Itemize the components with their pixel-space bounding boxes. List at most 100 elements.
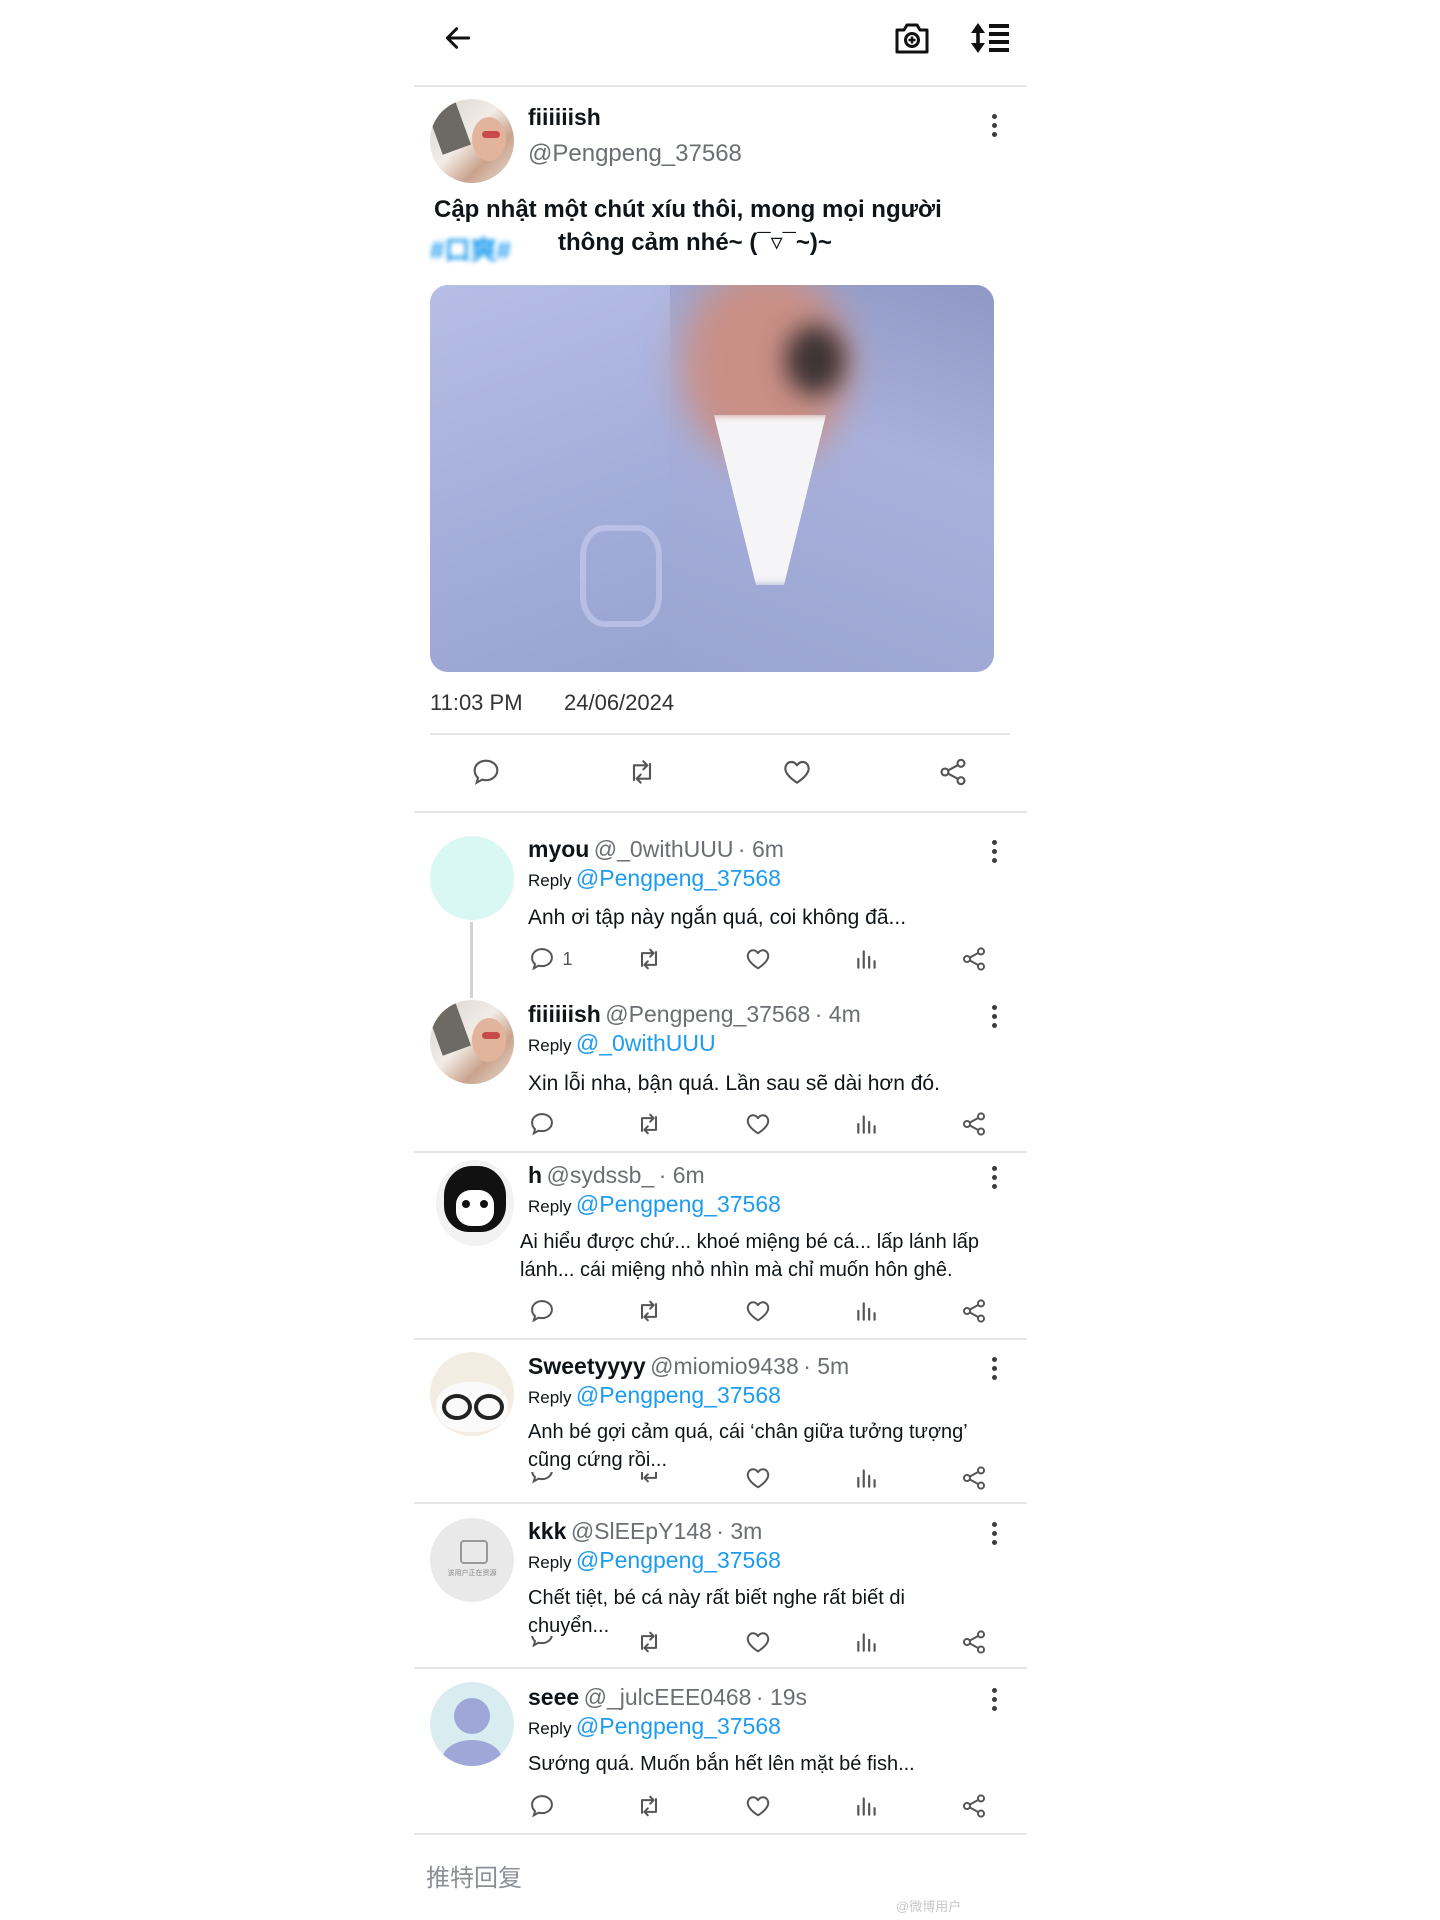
post-comment-button[interactable]	[470, 756, 502, 788]
reply-comment-button[interactable]	[528, 1472, 556, 1486]
reply-divider	[414, 1151, 1027, 1153]
bar-chart-icon	[854, 1297, 880, 1325]
post-author-handle[interactable]: @Pengpeng_37568	[528, 140, 742, 168]
reply-author-handle[interactable]: @SlEEpY148	[571, 1518, 712, 1544]
reply-to-link[interactable]: @Pengpeng_37568	[576, 865, 781, 891]
reply-more-button[interactable]	[990, 1688, 998, 1714]
reply-comment-button[interactable]	[528, 1636, 556, 1650]
sort-button[interactable]	[969, 20, 1013, 60]
share-icon	[960, 1792, 988, 1820]
avatar[interactable]	[430, 836, 514, 920]
post-hashtags[interactable]: #口爽#	[430, 230, 511, 267]
post-image[interactable]	[430, 285, 994, 672]
reply-author-name[interactable]: h	[528, 1162, 542, 1188]
bar-chart-icon	[854, 945, 880, 973]
reply-views-button[interactable]	[854, 1792, 880, 1820]
reply-author-handle[interactable]: @miomio9438	[650, 1353, 799, 1379]
reply-like-button[interactable]	[744, 1628, 772, 1656]
reply-views-button[interactable]	[854, 945, 880, 973]
avatar-caption: 该用户正在资源	[447, 1570, 497, 1577]
reply-more-button[interactable]	[990, 840, 998, 866]
avatar[interactable]	[430, 1682, 514, 1766]
post-more-button[interactable]	[990, 114, 998, 140]
reply-actions	[414, 1628, 1027, 1660]
avatar[interactable]	[430, 1352, 514, 1436]
reply-context: Reply @_0withUUU	[528, 1030, 716, 1057]
post-author-name[interactable]: fiiiiiish	[528, 104, 601, 131]
reply-retweet-button[interactable]	[634, 1110, 664, 1138]
reply-input[interactable]: 推特回复	[426, 1858, 522, 1893]
retweet-icon	[634, 1792, 664, 1820]
avatar[interactable]	[436, 1160, 514, 1246]
reply-like-button[interactable]	[744, 945, 772, 973]
post-like-button[interactable]	[780, 756, 814, 788]
reply-author-handle[interactable]: @_0withUUU	[594, 836, 734, 862]
reply-comment-button[interactable]	[528, 1297, 556, 1325]
reply-author-name[interactable]: seee	[528, 1684, 579, 1710]
avatar[interactable]	[430, 1000, 514, 1084]
reply-to-link[interactable]: @Pengpeng_37568	[576, 1191, 781, 1217]
reply-more-button[interactable]	[990, 1005, 998, 1031]
reply-like-button[interactable]	[744, 1792, 772, 1820]
post-share-button[interactable]	[936, 756, 970, 788]
heart-icon	[744, 1792, 772, 1820]
reply-to-link[interactable]: @Pengpeng_37568	[576, 1382, 781, 1408]
reply-views-button[interactable]	[854, 1110, 880, 1138]
avatar[interactable]: 该用户正在资源	[430, 1518, 514, 1602]
reply-more-button[interactable]	[990, 1357, 998, 1383]
reply-retweet-button[interactable]	[634, 1628, 664, 1656]
reply-comment-button[interactable]: 1	[528, 945, 572, 973]
reply-views-button[interactable]	[854, 1628, 880, 1656]
reply-like-button[interactable]	[744, 1110, 772, 1138]
reply-author-handle[interactable]: @Pengpeng_37568	[605, 1001, 810, 1027]
heart-icon	[780, 756, 814, 788]
reply-author-name[interactable]: fiiiiiish	[528, 1001, 601, 1027]
retweet-icon	[634, 1110, 664, 1138]
camera-button[interactable]	[893, 20, 933, 60]
reply-share-button[interactable]	[960, 1297, 988, 1325]
reply-comment-button[interactable]	[528, 1792, 556, 1820]
reply-to-link[interactable]: @Pengpeng_37568	[576, 1713, 781, 1739]
back-button[interactable]	[442, 22, 482, 58]
reply-share-button[interactable]	[960, 1464, 988, 1492]
reply-retweet-button[interactable]	[634, 1792, 664, 1820]
reply-share-button[interactable]	[960, 1110, 988, 1138]
reply-author-handle[interactable]: @sydssb_	[547, 1162, 655, 1188]
reply-author-name[interactable]: kkk	[528, 1518, 566, 1544]
camera-icon	[893, 20, 933, 56]
reply-to-link[interactable]: @_0withUUU	[576, 1030, 716, 1056]
reply-author-handle[interactable]: @_julcEEE0468	[584, 1684, 752, 1710]
reply-views-button[interactable]	[854, 1297, 880, 1325]
post-time: 11:03 PM	[430, 690, 523, 715]
reply-more-button[interactable]	[990, 1166, 998, 1192]
heart-icon	[744, 1628, 772, 1656]
reply-retweet-button[interactable]	[634, 945, 664, 973]
reply-share-button[interactable]	[960, 1628, 988, 1656]
reply-retweet-button[interactable]	[634, 1472, 664, 1486]
reply-actions	[414, 1464, 1027, 1496]
reply-share-button[interactable]	[960, 1792, 988, 1820]
replies-top-divider	[414, 811, 1027, 813]
reply-share-button[interactable]	[960, 945, 988, 973]
reply-text: Sướng quá. Muốn bắn hết lên mặt bé fish.…	[528, 1753, 915, 1775]
reply-comment-button[interactable]	[528, 1110, 556, 1138]
reply-like-button[interactable]	[744, 1297, 772, 1325]
bar-chart-icon	[854, 1464, 880, 1492]
reply-retweet-button[interactable]	[634, 1297, 664, 1325]
reply-actions	[414, 1110, 1027, 1142]
reply-context: Reply @Pengpeng_37568	[528, 1191, 781, 1218]
reply-views-button[interactable]	[854, 1464, 880, 1492]
reply-to-link[interactable]: @Pengpeng_37568	[576, 1547, 781, 1573]
heart-icon	[744, 1464, 772, 1492]
reply-more-button[interactable]	[990, 1522, 998, 1548]
twitter-thread-view: fiiiiiish @Pengpeng_37568 Cập nhật một c…	[414, 0, 1027, 1920]
reply-text: Xin lỗi nha, bận quá. Lần sau sẽ dài hơn…	[528, 1072, 940, 1095]
reply-like-button[interactable]	[744, 1464, 772, 1492]
post-retweet-button[interactable]	[624, 756, 660, 788]
reply-divider	[414, 1338, 1027, 1340]
reply-author-name[interactable]: myou	[528, 836, 589, 862]
heart-icon	[744, 1297, 772, 1325]
reply-author-name[interactable]: Sweetyyyy	[528, 1353, 646, 1379]
avatar[interactable]	[430, 99, 514, 183]
reply-header: seee @_julcEEE0468 · 19s	[528, 1684, 807, 1711]
